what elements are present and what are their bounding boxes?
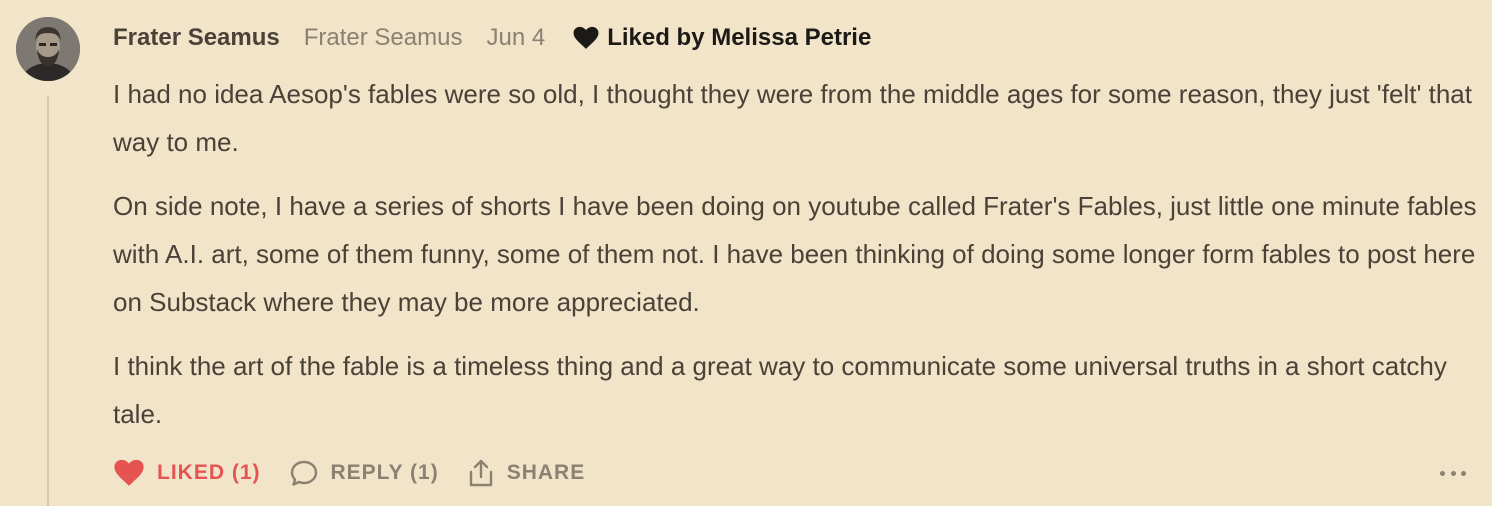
more-options-button[interactable] — [1440, 463, 1466, 483]
share-button[interactable]: SHARE — [467, 458, 586, 488]
liked-by-badge: Liked by Melissa Petrie — [573, 22, 871, 54]
ellipsis-icon — [1440, 470, 1445, 476]
person-avatar-icon — [16, 17, 80, 81]
comment-body: I had no idea Aesop's fables were so old… — [113, 70, 1483, 454]
comment-paragraph: I think the art of the fable is a timele… — [113, 351, 1447, 429]
liked-by-label: Liked by Melissa Petrie — [607, 24, 872, 51]
comment-header: Frater Seamus Frater Seamus Jun 4 Liked … — [113, 22, 871, 54]
share-icon — [469, 459, 492, 487]
heart-icon — [573, 26, 599, 49]
share-label: SHARE — [506, 461, 586, 484]
author-handle[interactable]: Frater Seamus — [304, 22, 463, 54]
comment-paragraph: I had no idea Aesop's fables were so old… — [113, 79, 1472, 157]
heart-filled-icon — [114, 459, 144, 486]
reply-label: REPLY (1) — [330, 461, 439, 484]
avatar[interactable] — [16, 17, 80, 81]
speech-bubble-icon — [290, 460, 317, 486]
reply-button[interactable]: REPLY (1) — [289, 459, 439, 487]
author-name[interactable]: Frater Seamus — [113, 22, 280, 54]
comment-date[interactable]: Jun 4 — [486, 22, 545, 54]
thread-line — [47, 96, 49, 506]
comment-paragraph: On side note, I have a series of shorts … — [113, 191, 1477, 317]
like-button[interactable]: LIKED (1) — [113, 459, 261, 487]
like-label: LIKED (1) — [157, 461, 261, 484]
comment-actions: LIKED (1) REPLY (1) SHARE — [113, 456, 585, 490]
